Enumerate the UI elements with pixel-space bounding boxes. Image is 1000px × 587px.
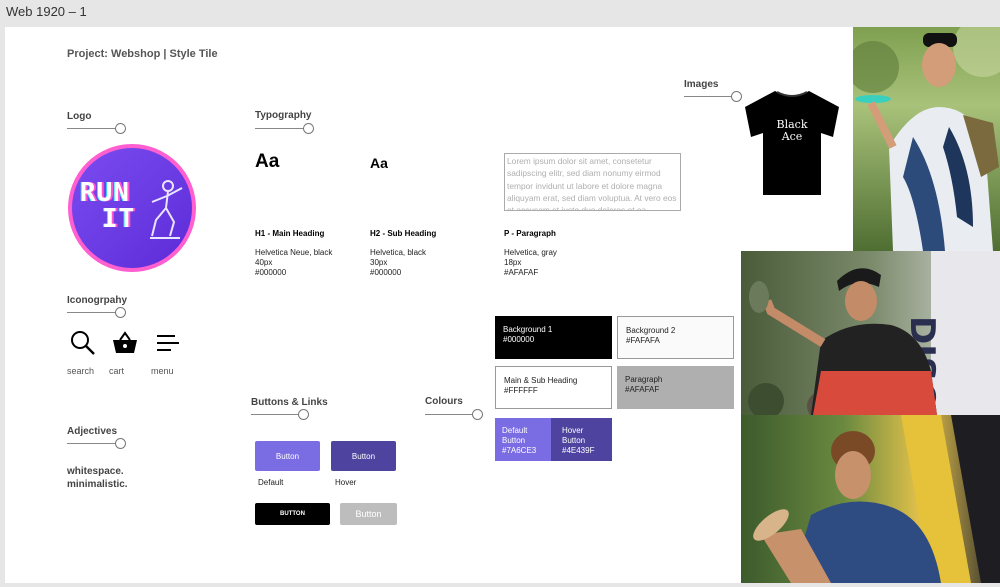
- buttons-section-title: Buttons & Links: [251, 397, 328, 408]
- images-slider[interactable]: [684, 91, 744, 103]
- black-button[interactable]: BUTTON: [255, 503, 330, 525]
- discus-thrower-icon: [150, 180, 183, 239]
- swatch-default-button-hex: #7A6CE3: [502, 446, 537, 455]
- adjectives-section-title: Adjectives: [67, 426, 118, 437]
- hover-button[interactable]: Button: [331, 441, 396, 471]
- h2-spec-name: H2 - Sub Heading: [370, 229, 437, 238]
- h1-spec-font: Helvetica Neue, black: [255, 248, 333, 257]
- frame-title: Web 1920 – 1: [6, 4, 87, 19]
- hover-button-caption: Hover: [335, 478, 357, 487]
- gray-button[interactable]: Button: [340, 503, 397, 525]
- swatch-background-2: Background 2 #FAFAFA: [617, 316, 734, 359]
- adjective-1: whitespace.: [67, 466, 124, 477]
- swatch-background-1: Background 1 #000000: [495, 316, 612, 359]
- swatch-background-2-hex: #FAFAFA: [626, 336, 660, 345]
- disc-golfer-photo-3: [741, 415, 1000, 583]
- swatch-default-button: Default Button #7A6CE3: [495, 418, 551, 461]
- swatch-heading-hex: #FFFFFF: [504, 386, 538, 395]
- swatch-hover-button-hex: #4E439F: [562, 446, 595, 455]
- typography-section-title: Typography: [255, 110, 312, 121]
- default-button[interactable]: Button: [255, 441, 320, 471]
- logo-slider[interactable]: [67, 123, 127, 135]
- p-spec-color: #AFAFAF: [504, 268, 539, 277]
- h2-spec-color: #000000: [370, 268, 402, 277]
- adjective-2: minimalistic.: [67, 479, 128, 490]
- h1-sample: Aa: [255, 151, 280, 172]
- disc-golfer-photo-1: [853, 27, 1000, 251]
- swatch-paragraph: Paragraph #AFAFAF: [617, 366, 734, 409]
- menu-icon-label: menu: [151, 366, 174, 376]
- logo-text-line2: IT: [102, 204, 136, 234]
- swatch-background-1-label: Background 1: [503, 325, 553, 334]
- adjectives-text: whitespace. minimalistic.: [67, 465, 128, 491]
- menu-icon[interactable]: [155, 329, 183, 357]
- style-tile-artboard: Project: Webshop | Style Tile Logo RUN I…: [5, 27, 1000, 583]
- project-title: Project: Webshop | Style Tile: [67, 48, 218, 60]
- black-ace-tshirt-image: Black Ace: [741, 89, 843, 197]
- swatch-hover-button-label: Hover Button: [562, 426, 586, 445]
- swatch-paragraph-label: Paragraph: [625, 375, 663, 384]
- h1-spec-color: #000000: [255, 268, 287, 277]
- h2-spec-font: Helvetica, black: [370, 248, 427, 257]
- swatch-heading: Main & Sub Heading #FFFFFF: [495, 366, 612, 409]
- h1-spec-size: 40px: [255, 258, 273, 267]
- tshirt-text-line2: Ace: [781, 130, 803, 143]
- colours-slider[interactable]: [425, 409, 485, 421]
- cart-icon-label: cart: [109, 366, 125, 376]
- swatch-heading-label: Main & Sub Heading: [504, 376, 578, 385]
- default-button-caption: Default: [258, 478, 284, 487]
- search-icon-label: search: [67, 366, 95, 376]
- logo-section-title: Logo: [67, 111, 92, 122]
- p-spec: P - Paragraph Helvetica, gray 18px #AFAF…: [504, 229, 557, 278]
- adjectives-slider[interactable]: [67, 438, 127, 450]
- swatch-paragraph-hex: #AFAFAF: [625, 385, 660, 394]
- swatch-background-1-hex: #000000: [503, 335, 535, 344]
- h2-sample: Aa: [370, 155, 388, 171]
- h2-spec: H2 - Sub Heading Helvetica, black 30px #…: [370, 229, 436, 278]
- cart-icon[interactable]: [111, 329, 139, 357]
- p-spec-font: Helvetica, gray: [504, 248, 557, 257]
- iconography-section-title: Iconogrpahy: [67, 295, 128, 306]
- swatch-hover-button: Hover Button #4E439F: [551, 418, 612, 461]
- typography-slider[interactable]: [255, 123, 315, 135]
- p-spec-size: 18px: [504, 258, 522, 267]
- h1-spec: H1 - Main Heading Helvetica Neue, black …: [255, 229, 332, 278]
- buttons-slider[interactable]: [251, 409, 311, 421]
- p-spec-name: P - Paragraph: [504, 229, 556, 238]
- h2-spec-size: 30px: [370, 258, 388, 267]
- colours-section-title: Colours: [425, 396, 463, 407]
- search-icon[interactable]: [69, 329, 97, 357]
- swatch-background-2-label: Background 2: [626, 326, 676, 335]
- swatch-default-button-label: Default Button: [502, 426, 528, 445]
- h1-spec-name: H1 - Main Heading: [255, 229, 325, 238]
- run-it-logo: RUN IT: [68, 144, 196, 272]
- disc-golfer-photo-2: DISC: [741, 251, 1000, 415]
- logo-text-line1: RUN: [80, 178, 130, 208]
- iconography-slider[interactable]: [67, 307, 127, 319]
- paragraph-sample: Lorem ipsum dolor sit amet, consetetur s…: [504, 153, 681, 211]
- images-section-title: Images: [684, 79, 719, 90]
